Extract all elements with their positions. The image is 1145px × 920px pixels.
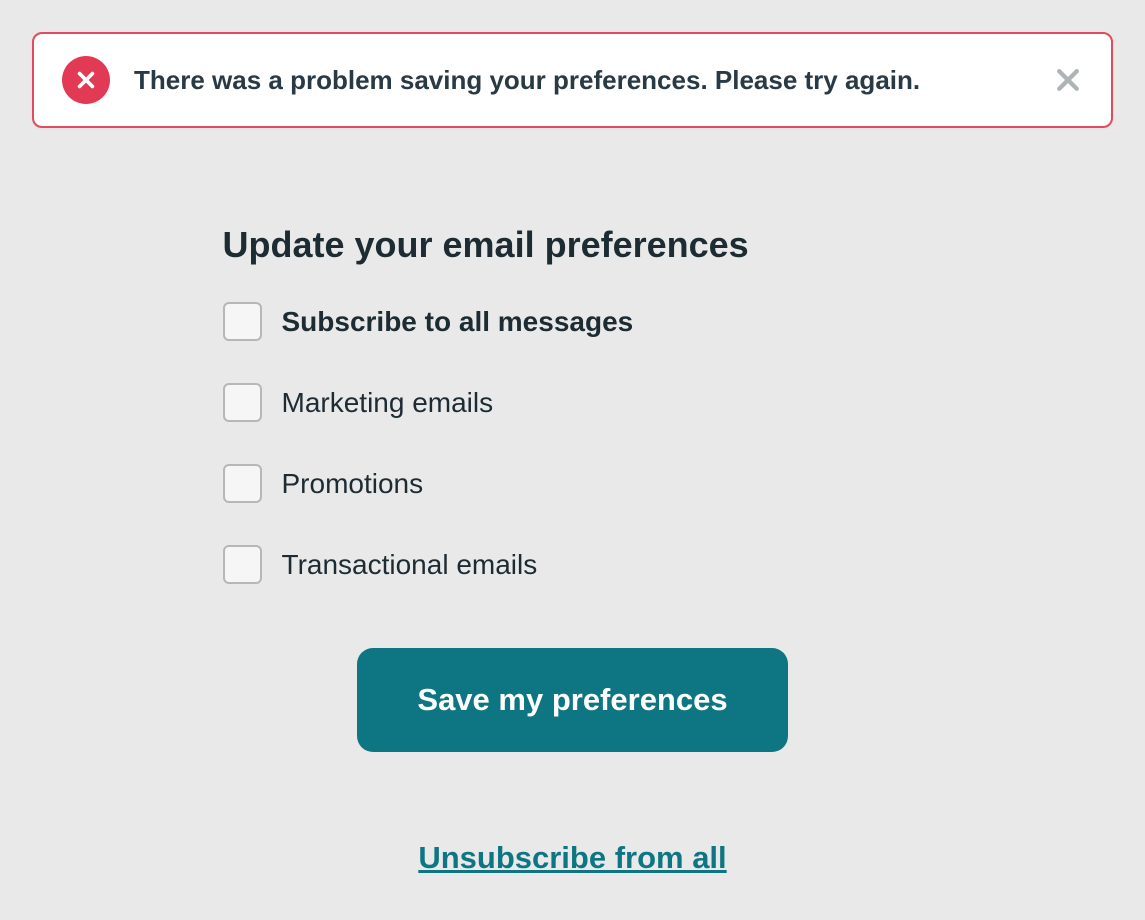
unsubscribe-row: Unsubscribe from all xyxy=(223,840,923,876)
label-transactional[interactable]: Transactional emails xyxy=(282,549,538,581)
label-promotions[interactable]: Promotions xyxy=(282,468,424,500)
alert-close-button[interactable] xyxy=(1053,65,1083,95)
label-marketing[interactable]: Marketing emails xyxy=(282,387,494,419)
checkbox-subscribe-all[interactable] xyxy=(223,302,262,341)
label-subscribe-all[interactable]: Subscribe to all messages xyxy=(282,306,634,338)
checkbox-marketing[interactable] xyxy=(223,383,262,422)
preferences-form: Update your email preferences Subscribe … xyxy=(223,224,923,876)
error-alert: There was a problem saving your preferen… xyxy=(32,32,1113,128)
option-promotions: Promotions xyxy=(223,464,923,503)
unsubscribe-link[interactable]: Unsubscribe from all xyxy=(418,840,726,876)
close-icon xyxy=(1053,65,1083,95)
option-marketing: Marketing emails xyxy=(223,383,923,422)
page-title: Update your email preferences xyxy=(223,224,923,266)
checkbox-transactional[interactable] xyxy=(223,545,262,584)
error-icon xyxy=(62,56,110,104)
checkbox-promotions[interactable] xyxy=(223,464,262,503)
option-subscribe-all: Subscribe to all messages xyxy=(223,302,923,341)
alert-message: There was a problem saving your preferen… xyxy=(134,65,1053,96)
option-transactional: Transactional emails xyxy=(223,545,923,584)
save-button-row: Save my preferences xyxy=(223,648,923,752)
save-button[interactable]: Save my preferences xyxy=(357,648,787,752)
